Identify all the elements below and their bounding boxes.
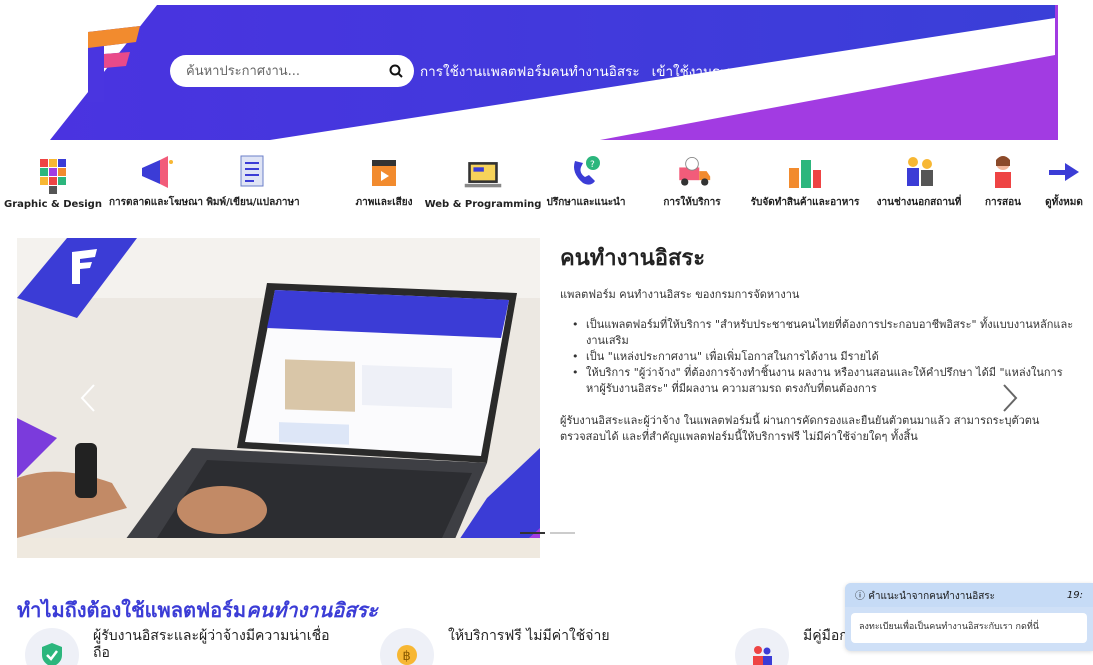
workers-icon <box>899 153 939 191</box>
category-label: รับจัดทำสินค้าและอาหาร <box>750 197 860 208</box>
site-header: การใช้งานแพลตฟอร์มคนทำงานอิสระ เข้าใช้งา… <box>0 0 1093 145</box>
svg-text:?: ? <box>590 160 595 170</box>
category-label: ภาพและเสียง <box>355 197 413 208</box>
why-title-emphasis: คนทำงานอิสระ <box>246 598 378 622</box>
carousel-dot-2[interactable] <box>550 532 575 534</box>
category-teaching[interactable]: การสอน <box>978 148 1028 210</box>
palette-icon <box>33 157 73 195</box>
laptop-icon <box>463 157 503 195</box>
category-label: งานช่างนอกสถานที่ <box>876 197 962 208</box>
category-services[interactable]: การให้บริการ <box>655 148 729 210</box>
feature-text: ผู้รับงานอิสระและผู้ว่าจ้างมีความน่าเชื่… <box>93 628 330 661</box>
hero-note: ผู้รับงานอิสระและผู้ว่าจ้าง ในแพลตฟอร์มน… <box>560 414 1040 443</box>
feature-text: ให้บริการฟรี ไม่มีค่าใช้จ่าย <box>448 628 610 644</box>
people-icon <box>735 628 789 665</box>
carousel-prev-button[interactable] <box>78 383 98 413</box>
category-label: การตลาดและโฆษณา <box>109 197 203 208</box>
arrow-right-icon <box>1044 153 1084 191</box>
list-item: เป็น "แหล่งประกาศงาน" เพื่อเพิ่มโอกาสในก… <box>572 349 1080 365</box>
megaphone-icon <box>136 153 176 191</box>
carousel-indicators <box>520 532 575 534</box>
category-bar: Graphic & Design การตลาดและโฆษณา พิมพ์/เ… <box>0 148 1093 210</box>
chat-header[interactable]: ⓘ คำแนะนำจากคนทำงานอิสระ 19: <box>845 583 1093 607</box>
chat-title: คำแนะนำจากคนทำงานอิสระ <box>868 590 996 602</box>
chat-message[interactable]: ลงทะเบียนเพื่อเป็นคนทำงานอิสระกับเรา กดท… <box>851 613 1087 643</box>
category-food-products[interactable]: รับจัดทำสินค้าและอาหาร <box>749 148 861 210</box>
nav-link-platform-usage[interactable]: การใช้งานแพลตฟอร์มคนทำงานอิสระ <box>420 60 640 82</box>
category-writing-translation[interactable]: พิมพ์/เขียน/แปลภาษา <box>206 148 300 210</box>
category-consulting[interactable]: ? ปรึกษาและแนะนำ <box>543 148 629 210</box>
why-section-title: ทำไมถึงต้องใช้แพลตฟอร์มคนทำงานอิสระ <box>17 594 378 626</box>
category-label: พิมพ์/เขียน/แปลภาษา <box>206 197 300 208</box>
hero-title: คนทำงานอิสระ <box>560 246 706 271</box>
why-title-plain: ทำไมถึงต้องใช้แพลตฟอร์ม <box>17 598 247 622</box>
category-audio-video[interactable]: ภาพและเสียง <box>348 148 420 210</box>
category-label: Web & Programming <box>424 199 542 210</box>
carousel-dot-1[interactable] <box>520 532 545 534</box>
chat-time: 19: <box>1066 589 1083 601</box>
nav-link-login[interactable]: เข้าใช้งานระบบ <box>652 60 744 82</box>
delivery-truck-icon <box>672 153 712 191</box>
category-graphic-design[interactable]: Graphic & Design <box>4 148 102 210</box>
shield-check-icon <box>25 628 79 665</box>
category-label: การให้บริการ <box>663 197 721 208</box>
food-products-icon <box>785 153 825 191</box>
document-icon <box>233 153 273 191</box>
search-icon[interactable] <box>386 61 406 81</box>
brand-logo[interactable] <box>82 24 144 104</box>
list-item: เป็นแพลตฟอร์มที่ให้บริการ "สำหรับประชาชน… <box>572 317 1080 349</box>
category-web-programming[interactable]: Web & Programming <box>425 148 541 210</box>
phone-support-icon: ? <box>566 153 606 191</box>
chat-popup[interactable]: ⓘ คำแนะนำจากคนทำงานอิสระ 19: ลงทะเบียนเพ… <box>845 583 1093 651</box>
category-label: ดูทั้งหมด <box>1045 197 1083 208</box>
help-circle-icon: ⓘ <box>855 590 865 602</box>
hero-subtitle: แพลตฟอร์ม คนทำงานอิสระ ของกรมการจัดหางาน <box>560 288 800 301</box>
category-label: Graphic & Design <box>4 199 102 210</box>
category-marketing[interactable]: การตลาดและโฆษณา <box>109 148 203 210</box>
nav-link-how-to-post[interactable]: ลงประกาศงานยังไง <box>756 60 870 82</box>
category-label: การสอน <box>985 197 1021 208</box>
category-view-all[interactable]: ดูทั้งหมด <box>1038 148 1090 210</box>
hero-description: คนทำงานอิสระ แพลตฟอร์ม คนทำงานอิสระ ของก… <box>560 240 1080 445</box>
svg-text:฿: ฿ <box>403 649 411 664</box>
money-icon: ฿ <box>380 628 434 665</box>
category-onsite-work[interactable]: งานช่างนอกสถานที่ <box>870 148 968 210</box>
clapperboard-icon <box>364 153 404 191</box>
search-input[interactable] <box>186 63 386 79</box>
search-box <box>170 55 414 87</box>
feature-free-service: ฿ ให้บริการฟรี ไม่มีค่าใช้จ่าย <box>380 628 610 665</box>
feature-trustworthy: ผู้รับงานอิสระและผู้ว่าจ้างมีความน่าเชื่… <box>25 628 343 665</box>
category-label: ปรึกษาและแนะนำ <box>546 197 626 208</box>
hero-bullet-list: เป็นแพลตฟอร์มที่ให้บริการ "สำหรับประชาชน… <box>560 317 1080 397</box>
list-item: ให้บริการ "ผู้ว่าจ้าง" ที่ต้องการจ้างทำช… <box>572 365 1080 397</box>
teacher-icon <box>983 153 1023 191</box>
top-nav: การใช้งานแพลตฟอร์มคนทำงานอิสระ เข้าใช้งา… <box>420 60 869 82</box>
